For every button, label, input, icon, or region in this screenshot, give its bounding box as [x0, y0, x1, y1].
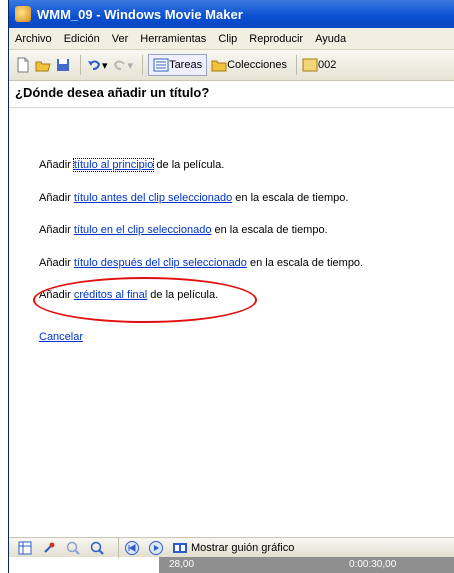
new-button[interactable] [15, 54, 31, 76]
highlight-circle [33, 277, 257, 323]
undo-button[interactable]: ▾ [86, 54, 108, 76]
menu-ayuda[interactable]: Ayuda [315, 33, 346, 45]
tasks-icon [153, 58, 169, 72]
timeline-left-time: 28,00 [169, 559, 195, 570]
toolbar-separator [142, 55, 144, 75]
option-title-on-clip: Añadir título en el clip seleccionado en… [39, 224, 328, 236]
undo-icon [88, 60, 101, 70]
redo-button[interactable]: ▾ [112, 54, 134, 76]
menu-clip[interactable]: Clip [218, 33, 237, 45]
menu-reproducir[interactable]: Reproducir [249, 33, 303, 45]
save-button[interactable] [55, 54, 71, 76]
option-title-start: Añadir título al principio de la películ… [39, 158, 225, 172]
menu-bar: Archivo Edición Ver Herramientas Clip Re… [9, 28, 454, 50]
toolbar: ▾ ▾ Tareas Colecciones 002 [9, 50, 454, 81]
rewind-icon[interactable] [124, 540, 140, 556]
show-storyboard-button[interactable]: Mostrar guión gráfico [172, 537, 294, 559]
option-prefix: Añadir [39, 192, 74, 204]
narrate-icon[interactable] [41, 540, 57, 556]
option-suffix: de la película. [153, 159, 225, 171]
storyboard-icon[interactable] [17, 540, 33, 556]
menu-edicion[interactable]: Edición [64, 33, 100, 45]
link-title-on-clip[interactable]: título en el clip seleccionado [74, 224, 212, 236]
collection-selector[interactable]: 002 [302, 54, 336, 76]
menu-archivo[interactable]: Archivo [15, 33, 52, 45]
cancel-row: Cancelar [39, 331, 83, 343]
tasks-button[interactable]: Tareas [148, 54, 208, 76]
movie-maker-icon [15, 6, 31, 22]
filmstrip-icon [173, 542, 187, 553]
save-disk-icon [57, 59, 69, 71]
title-bar: WMM_09 - Windows Movie Maker [9, 0, 454, 28]
timeline-right-time: 0:00:30,00 [349, 559, 397, 570]
menu-ver[interactable]: Ver [112, 33, 129, 45]
option-prefix: Añadir [39, 159, 74, 171]
undo-dropdown-icon[interactable]: ▾ [102, 59, 108, 72]
open-folder-icon [35, 61, 51, 72]
link-title-before-clip[interactable]: título antes del clip seleccionado [74, 192, 232, 204]
option-suffix: en la escala de tiempo. [232, 192, 349, 204]
link-title-after-clip[interactable]: título después del clip seleccionado [74, 257, 247, 269]
zoom-in-icon[interactable] [65, 540, 81, 556]
timeline-ruler[interactable]: 28,00 0:00:30,00 [159, 557, 454, 573]
page-title: ¿Dónde desea añadir un título? [9, 81, 454, 108]
redo-dropdown-icon[interactable]: ▾ [128, 59, 134, 72]
movie-maker-window: WMM_09 - Windows Movie Maker Archivo Edi… [8, 0, 454, 573]
link-title-start[interactable]: título al principio [72, 158, 155, 172]
collections-folder-icon [211, 60, 227, 72]
menu-herramientas[interactable]: Herramientas [140, 33, 206, 45]
option-title-before-clip: Añadir título antes del clip seleccionad… [39, 192, 348, 204]
option-suffix: en la escala de tiempo. [246, 257, 364, 269]
window-title: WMM_09 - Windows Movie Maker [37, 6, 243, 22]
new-document-icon [17, 57, 29, 73]
play-icon[interactable] [148, 540, 164, 556]
collection-value: 002 [318, 59, 337, 71]
tasks-label: Tareas [169, 59, 203, 71]
option-title-after-clip: Añadir título después del clip seleccion… [39, 257, 363, 269]
show-storyboard-label: Mostrar guión gráfico [191, 541, 295, 554]
toolbar-separator [118, 537, 119, 558]
redo-icon [113, 60, 125, 70]
option-suffix: en la escala de tiempo. [211, 224, 328, 236]
collections-label: Colecciones [227, 59, 288, 71]
toolbar-separator [80, 55, 81, 75]
toolbar-separator [296, 55, 298, 75]
storyboard-toolbar: Mostrar guión gráfico [9, 537, 454, 559]
cancel-link[interactable]: Cancelar [39, 331, 83, 343]
option-prefix: Añadir [39, 224, 74, 236]
open-button[interactable] [35, 54, 51, 76]
collection-icon [302, 58, 318, 72]
zoom-out-icon[interactable] [89, 540, 105, 556]
option-prefix: Añadir [39, 257, 74, 269]
collections-button[interactable]: Colecciones [211, 54, 287, 76]
